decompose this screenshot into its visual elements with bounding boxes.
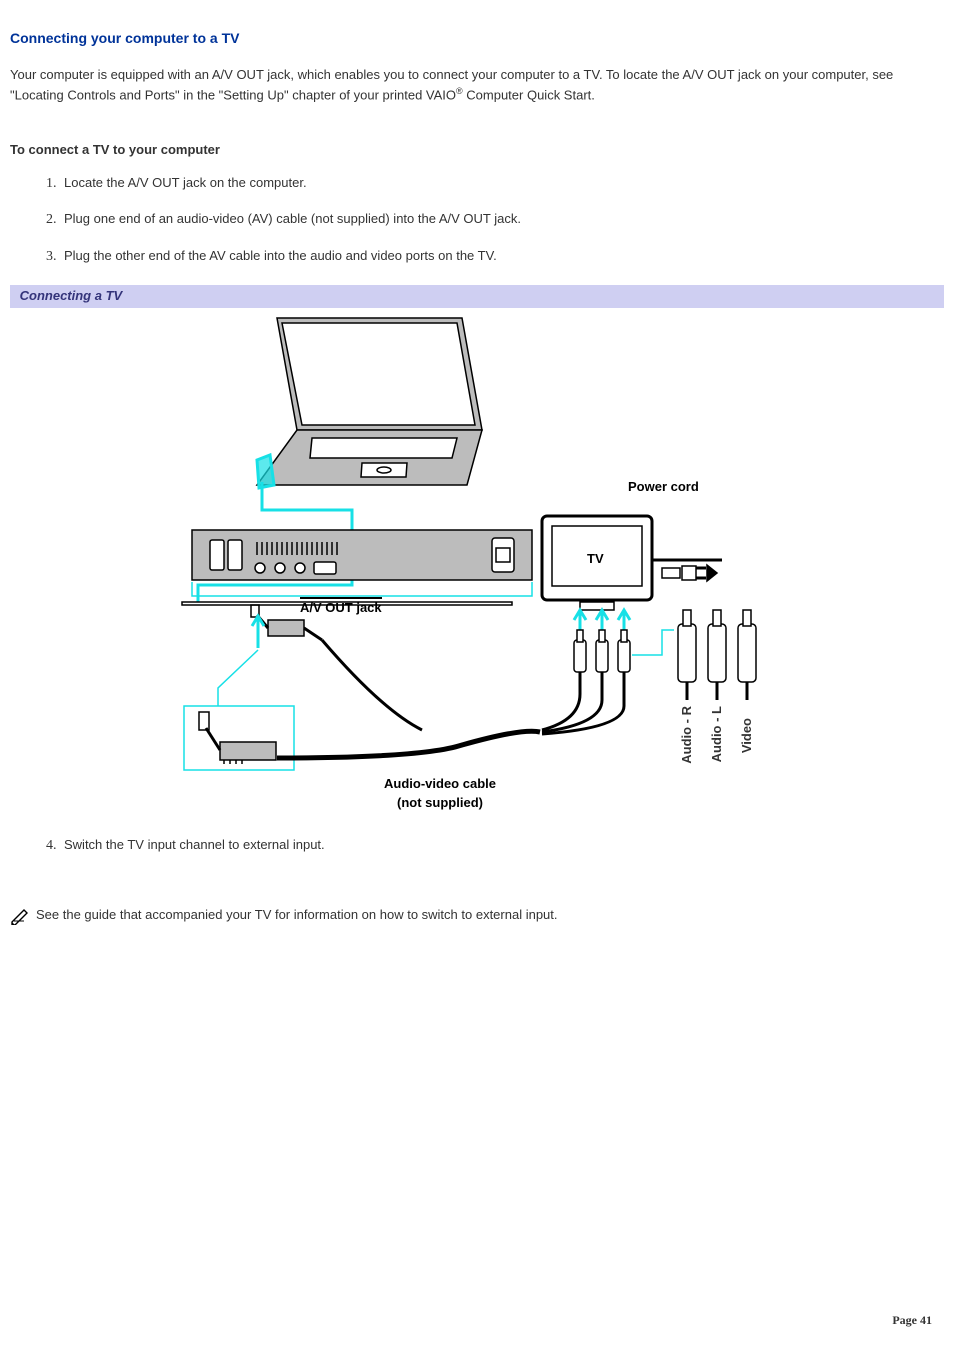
label-tv: TV <box>587 550 604 569</box>
registered-mark: ® <box>456 86 463 96</box>
step-4-text: Switch the TV input channel to external … <box>64 837 325 852</box>
label-av-cable: Audio-video cable (not supplied) <box>340 775 540 813</box>
subheading: To connect a TV to your computer <box>10 141 944 160</box>
intro-text-a: Your computer is equipped with an A/V OU… <box>10 67 893 102</box>
label-power-cord: Power cord <box>628 478 699 497</box>
label-video: Video <box>738 718 757 753</box>
label-av-cable-line2: (not supplied) <box>397 795 483 810</box>
figure-illustration: Power cord TV A/V OUT jack Audio-video c… <box>162 310 792 816</box>
note-row: See the guide that accompanied your TV f… <box>10 906 944 925</box>
figure-caption-bar: Connecting a TV <box>10 285 944 308</box>
label-audio-l: Audio - L <box>708 706 727 762</box>
label-av-out-jack: A/V OUT jack <box>300 597 382 618</box>
step-1-text: Locate the A/V OUT jack on the computer. <box>64 175 307 190</box>
label-audio-r: Audio - R <box>678 706 697 764</box>
note-text: See the guide that accompanied your TV f… <box>36 906 558 925</box>
step-3-text: Plug the other end of the AV cable into … <box>64 248 497 263</box>
steps-list-part1: Locate the A/V OUT jack on the computer.… <box>60 174 944 283</box>
label-av-cable-line1: Audio-video cable <box>384 776 496 791</box>
step-2-text: Plug one end of an audio-video (AV) cabl… <box>64 211 521 226</box>
intro-paragraph: Your computer is equipped with an A/V OU… <box>10 66 944 105</box>
figure-caption: Connecting a TV <box>20 288 123 303</box>
step-2: Plug one end of an audio-video (AV) cabl… <box>60 210 944 246</box>
figure-container: Power cord TV A/V OUT jack Audio-video c… <box>10 310 944 816</box>
intro-text-b: Computer Quick Start. <box>463 87 595 102</box>
step-4: Switch the TV input channel to external … <box>60 836 944 872</box>
page-number: Page 41 <box>892 1312 932 1329</box>
step-1: Locate the A/V OUT jack on the computer. <box>60 174 944 210</box>
step-3: Plug the other end of the AV cable into … <box>60 247 944 283</box>
page-title: Connecting your computer to a TV <box>10 28 944 48</box>
note-icon <box>10 907 30 925</box>
steps-list-part2: Switch the TV input channel to external … <box>60 836 944 872</box>
